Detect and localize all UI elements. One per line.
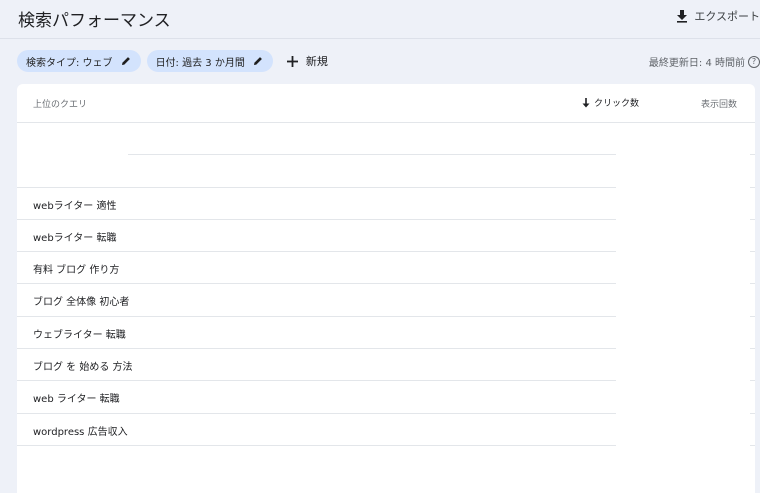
redaction-block xyxy=(17,124,128,170)
last-updated-text: 最終更新日: 4 時間前 xyxy=(648,58,745,69)
filter-chip-search-type[interactable]: 検索タイプ: ウェブ xyxy=(17,50,141,72)
query-cell: webライター 適性 xyxy=(33,200,117,212)
export-label: エクスポート xyxy=(694,10,760,23)
query-cell: ウェブライター 転職 xyxy=(33,329,126,341)
page-header: 検索パフォーマンス エクスポート xyxy=(0,0,760,39)
query-cell: ブログ を 始める 方法 xyxy=(33,362,133,374)
filter-chip-label: 日付: 過去 3 か月間 xyxy=(155,57,245,69)
query-cell: wordpress 広告収入 xyxy=(33,426,128,438)
export-button[interactable]: エクスポート xyxy=(676,4,760,28)
last-updated: 最終更新日: 4 時間前 ? xyxy=(649,54,760,69)
queries-table: 上位のクエリ クリック数 表示回数 webライター 適性 webライター 転職 … xyxy=(17,84,755,493)
help-icon[interactable]: ? xyxy=(748,55,760,68)
query-cell: ブログ 全体像 初心者 xyxy=(33,297,130,309)
column-header-query: 上位のクエリ xyxy=(33,100,88,110)
plus-icon xyxy=(286,55,298,67)
query-cell: 有料 ブログ 作り方 xyxy=(33,265,120,277)
column-header-impressions[interactable]: 表示回数 xyxy=(701,97,737,110)
query-cell: webライター 転職 xyxy=(33,232,117,244)
pencil-icon xyxy=(121,56,131,66)
column-header-clicks-label: クリック数 xyxy=(594,99,640,109)
column-header-clicks[interactable]: クリック数 xyxy=(582,96,639,109)
sort-arrow-down-icon xyxy=(582,97,590,108)
redaction-block xyxy=(616,124,750,484)
filter-chip-label: 検索タイプ: ウェブ xyxy=(26,57,113,69)
filter-chip-date[interactable]: 日付: 過去 3 か月間 xyxy=(146,50,273,72)
table-header: 上位のクエリ クリック数 表示回数 xyxy=(17,84,755,123)
filter-bar: 検索タイプ: ウェブ 日付: 過去 3 か月間 新規 xyxy=(17,50,334,72)
add-filter-button[interactable]: 新規 xyxy=(279,50,334,72)
pencil-icon xyxy=(253,56,263,66)
query-cell: web ライター 転職 xyxy=(33,394,120,406)
download-icon xyxy=(676,9,688,23)
add-filter-label: 新規 xyxy=(305,55,328,68)
page-title: 検索パフォーマンス xyxy=(18,11,171,31)
